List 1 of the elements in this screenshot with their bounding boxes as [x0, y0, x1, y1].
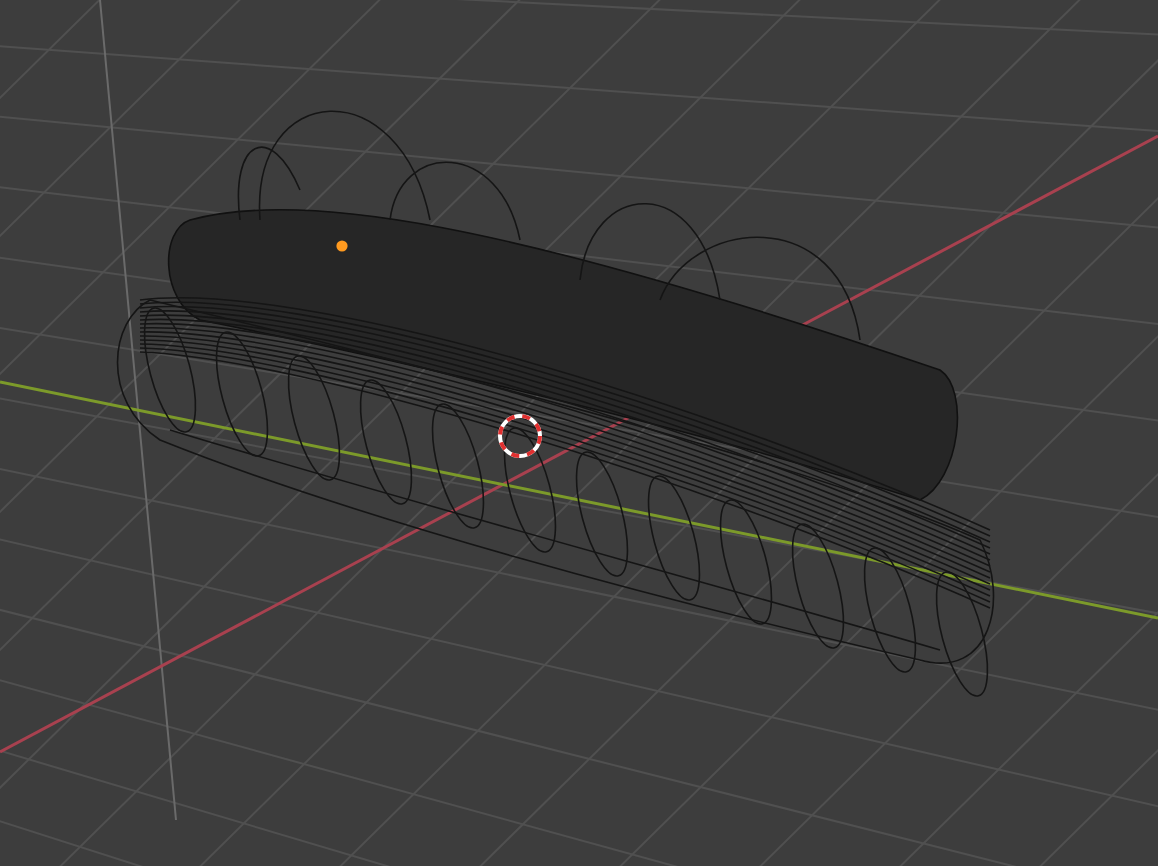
3d-cursor-icon[interactable] [498, 414, 542, 458]
